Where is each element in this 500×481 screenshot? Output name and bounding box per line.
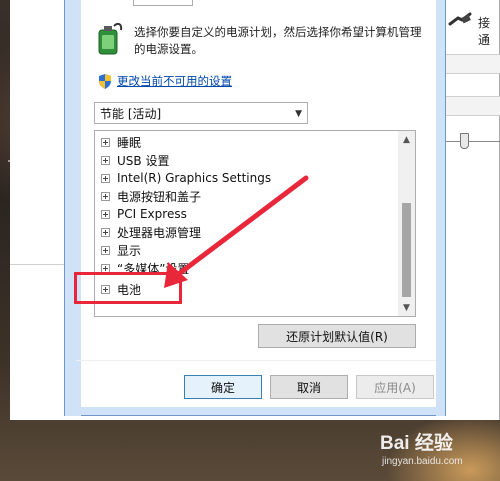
baidu-watermark: Bai 经验 jingyan.baidu.com [380, 428, 496, 474]
tree-item-processor-power[interactable]: 处理器电源管理 [101, 223, 201, 241]
tree-item-usb[interactable]: USB 设置 [101, 151, 169, 169]
apply-button[interactable]: 应用(A) [356, 375, 434, 399]
background-slider-thumb[interactable] [460, 133, 469, 149]
change-unavailable-settings-link[interactable]: 更改当前不可用的设置 [98, 73, 232, 89]
tree-item-label: Intel(R) Graphics Settings [117, 171, 272, 185]
scroll-up-icon[interactable]: ▲ [398, 131, 415, 148]
expand-plus-icon[interactable] [101, 137, 110, 147]
power-plan-select[interactable]: 节能 [活动] ▼ [94, 102, 308, 124]
expand-plus-icon[interactable] [101, 209, 110, 219]
scroll-down-icon[interactable]: ▼ [398, 299, 415, 316]
chevron-down-icon: ▼ [295, 109, 302, 119]
expand-plus-icon[interactable] [101, 227, 110, 237]
watermark-logo: Bai 经验 [380, 433, 453, 454]
background-label: 接通 [478, 16, 491, 47]
tree-item-label: 显示 [117, 243, 142, 258]
expand-plus-icon[interactable] [101, 245, 110, 255]
footer-divider [76, 360, 436, 361]
annotation-highlight-box [74, 272, 182, 304]
divider [10, 264, 64, 265]
battery-power-icon [98, 22, 123, 55]
tree-item-label: PCI Express [117, 207, 187, 221]
uac-shield-icon [99, 73, 111, 89]
tree-item-pci-express[interactable]: PCI Express [101, 205, 187, 223]
expand-plus-icon[interactable] [101, 173, 110, 183]
plan-select-value: 节能 [活动] [100, 106, 162, 121]
dialog-frame-bottom [65, 407, 445, 415]
ok-button[interactable]: 确定 [184, 375, 262, 399]
tree-item-label: 电源按钮和盖子 [117, 189, 202, 204]
tree-scrollbar[interactable]: ▲ ▼ [398, 131, 415, 316]
tab-stub[interactable] [133, 0, 193, 6]
tree-item-label: 处理器电源管理 [117, 225, 202, 240]
tree-item-intel-graphics[interactable]: Intel(R) Graphics Settings [101, 169, 271, 187]
tree-item-sleep[interactable]: 睡眠 [101, 133, 141, 151]
expand-plus-icon[interactable] [101, 155, 110, 165]
expand-plus-icon[interactable] [101, 191, 110, 201]
power-plug-icon [448, 12, 472, 26]
tree-item-display[interactable]: 显示 [101, 241, 141, 259]
dialog-frame-left [65, 0, 81, 416]
tree-item-power-buttons[interactable]: 电源按钮和盖子 [101, 187, 201, 205]
tree-item-label: USB 设置 [117, 153, 170, 168]
background-slider-track [440, 141, 500, 142]
restore-defaults-button[interactable]: 还原计划默认值(R) [258, 324, 416, 348]
dialog-description: 选择你要自定义的电源计划，然后选择你希望计算机管理的电源设置。 [134, 25, 422, 56]
dialog-frame-right [436, 0, 445, 416]
tree-item-label: 睡眠 [117, 135, 142, 150]
change-link-label[interactable]: 更改当前不可用的设置 [117, 73, 232, 89]
watermark-url: jingyan.baidu.com [382, 456, 463, 467]
scrollbar-thumb[interactable] [402, 203, 411, 297]
cancel-button[interactable]: 取消 [270, 375, 348, 399]
